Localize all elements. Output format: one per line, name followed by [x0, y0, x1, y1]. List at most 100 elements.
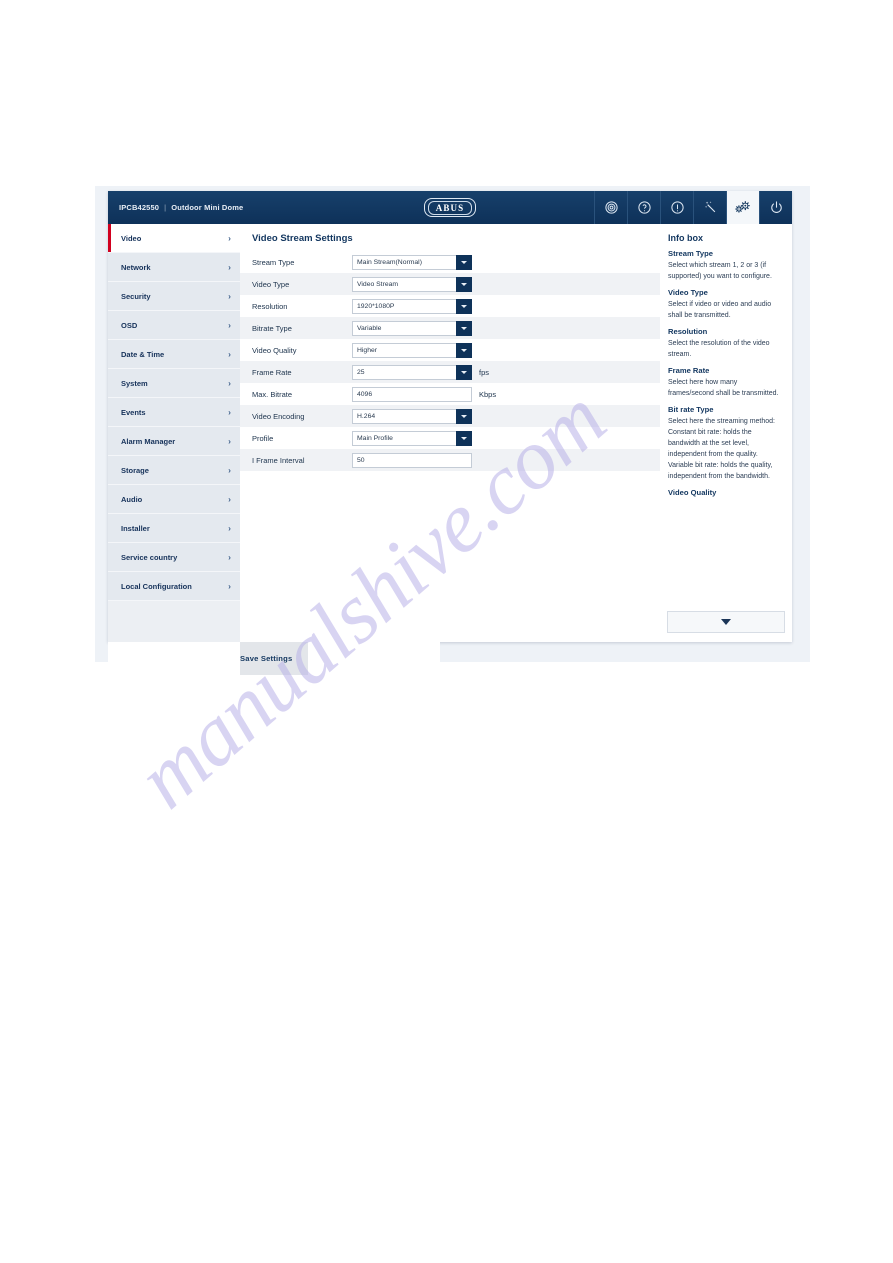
- form-row: I Frame Interval: [240, 449, 660, 471]
- caret-down-icon[interactable]: [456, 408, 472, 424]
- top-header-bar: IPCB42550 | Outdoor Mini Dome ABUS: [108, 191, 792, 224]
- field-value[interactable]: [352, 386, 472, 402]
- sidebar-item-audio[interactable]: Audio ›: [108, 485, 240, 514]
- form-row: Video Quality: [240, 339, 660, 361]
- dropdown-frame-rate[interactable]: [352, 364, 472, 380]
- dropdown-video-quality[interactable]: [352, 342, 472, 358]
- sidebar-item-storage[interactable]: Storage ›: [108, 456, 240, 485]
- sidebar-item-installer[interactable]: Installer ›: [108, 514, 240, 543]
- power-icon[interactable]: [759, 191, 792, 224]
- sidebar-item-label: Video: [121, 233, 142, 243]
- caret-down-icon[interactable]: [456, 430, 472, 446]
- chevron-right-icon: ›: [228, 291, 231, 301]
- sidebar-item-label: Storage: [121, 465, 149, 475]
- form-row: Bitrate Type: [240, 317, 660, 339]
- live-view-icon[interactable]: [594, 191, 627, 224]
- info-box-heading: Resolution: [668, 327, 708, 336]
- info-box-heading: Frame Rate: [668, 366, 710, 375]
- chevron-right-icon: ›: [228, 465, 231, 475]
- field-value[interactable]: [352, 430, 456, 446]
- footer-right-spacer: [308, 642, 441, 675]
- info-box-scroll-down-button[interactable]: [667, 611, 785, 633]
- dropdown-profile[interactable]: [352, 430, 472, 446]
- sidebar-item-osd[interactable]: OSD ›: [108, 311, 240, 340]
- form-row: Profile: [240, 427, 660, 449]
- help-question-icon[interactable]: [627, 191, 660, 224]
- info-box-sections: Stream Type Select which stream 1, 2 or 3…: [668, 249, 784, 497]
- sidebar-item-label: System: [121, 378, 148, 388]
- dropdown-video-encoding[interactable]: [352, 408, 472, 424]
- sidebar-item-service-country[interactable]: Service country ›: [108, 543, 240, 572]
- input-max-bitrate[interactable]: [352, 386, 472, 402]
- sidebar-item-alarm-manager[interactable]: Alarm Manager ›: [108, 427, 240, 456]
- sidebar-item-system[interactable]: System ›: [108, 369, 240, 398]
- chevron-right-icon: ›: [228, 320, 231, 330]
- sidebar-item-label: Local Configuration: [121, 581, 192, 591]
- sidebar-item-label: Installer: [121, 523, 150, 533]
- chevron-right-icon: ›: [228, 494, 231, 504]
- field-value[interactable]: [352, 254, 456, 270]
- save-settings-button[interactable]: Save Settings: [240, 654, 292, 663]
- field-label: Video Type: [252, 279, 290, 289]
- field-value[interactable]: [352, 364, 456, 380]
- dropdown-video-type[interactable]: [352, 276, 472, 292]
- device-name: Outdoor Mini Dome: [171, 203, 244, 212]
- info-box-title: Info box: [668, 233, 703, 243]
- dropdown-bitrate-type[interactable]: [352, 320, 472, 336]
- caret-down-icon[interactable]: [456, 254, 472, 270]
- caret-down-icon[interactable]: [456, 342, 472, 358]
- field-value[interactable]: [352, 342, 456, 358]
- form-row: Video Type: [240, 273, 660, 295]
- info-circle-icon[interactable]: [660, 191, 693, 224]
- video-stream-form: Stream Type Video Type Resolution Bitrate T…: [240, 251, 660, 471]
- form-row: Max. Bitrate Kbps: [240, 383, 660, 405]
- info-box-body: Select here the streaming method: Consta…: [668, 418, 776, 480]
- gears-settings-icon[interactable]: [726, 191, 759, 224]
- caret-down-icon[interactable]: [456, 276, 472, 292]
- sidebar-item-security[interactable]: Security ›: [108, 282, 240, 311]
- chevron-right-icon: ›: [228, 436, 231, 446]
- dropdown-stream-type[interactable]: [352, 254, 472, 270]
- field-value[interactable]: [352, 276, 456, 292]
- info-box-body: Select here how many frames/second shall…: [668, 379, 779, 397]
- chevron-right-icon: ›: [228, 233, 231, 243]
- field-label: Stream Type: [252, 257, 295, 267]
- card-bottom-padding: [108, 675, 792, 691]
- caret-down-icon[interactable]: [456, 298, 472, 314]
- form-row: Frame Rate fps: [240, 361, 660, 383]
- sidebar-item-label: Service country: [121, 552, 178, 562]
- sidebar-item-local-configuration[interactable]: Local Configuration ›: [108, 572, 240, 601]
- field-label: Max. Bitrate: [252, 389, 293, 399]
- form-row: Video Encoding: [240, 405, 660, 427]
- field-value[interactable]: [352, 408, 456, 424]
- info-box-body: Select which stream 1, 2 or 3 (if suppor…: [668, 262, 772, 280]
- dropdown-resolution[interactable]: [352, 298, 472, 314]
- top-header-icon-group: [594, 191, 792, 224]
- form-row: Stream Type: [240, 251, 660, 273]
- sidebar-item-label: Audio: [121, 494, 143, 504]
- field-label: Profile: [252, 433, 274, 443]
- sidebar-item-video[interactable]: Video ›: [108, 224, 240, 253]
- caret-down-icon[interactable]: [456, 364, 472, 380]
- info-box-heading: Video Quality: [668, 488, 717, 497]
- sidebar-item-events[interactable]: Events ›: [108, 398, 240, 427]
- info-box-panel: Info box Stream Type Select which stream …: [660, 224, 792, 642]
- field-label: I Frame Interval: [252, 455, 305, 465]
- caret-down-icon[interactable]: [456, 320, 472, 336]
- input-i-frame-interval[interactable]: [352, 452, 472, 468]
- abus-logo-text: ABUS: [427, 200, 473, 215]
- info-box-heading: Bit rate Type: [668, 405, 714, 414]
- settings-sidebar: Video › Network › Security › OSD › Date & Time › S…: [108, 224, 240, 642]
- field-value[interactable]: [352, 452, 472, 468]
- field-unit: fps: [479, 367, 490, 377]
- field-value[interactable]: [352, 320, 456, 336]
- field-value[interactable]: [352, 298, 456, 314]
- magic-wand-icon[interactable]: [693, 191, 726, 224]
- sidebar-item-network[interactable]: Network ›: [108, 253, 240, 282]
- sidebar-item-label: Network: [121, 262, 151, 272]
- chevron-right-icon: ›: [228, 552, 231, 562]
- chevron-right-icon: ›: [228, 378, 231, 388]
- footer-bar: Save Settings: [240, 642, 309, 675]
- sidebar-item-date-time[interactable]: Date & Time ›: [108, 340, 240, 369]
- form-row: Resolution: [240, 295, 660, 317]
